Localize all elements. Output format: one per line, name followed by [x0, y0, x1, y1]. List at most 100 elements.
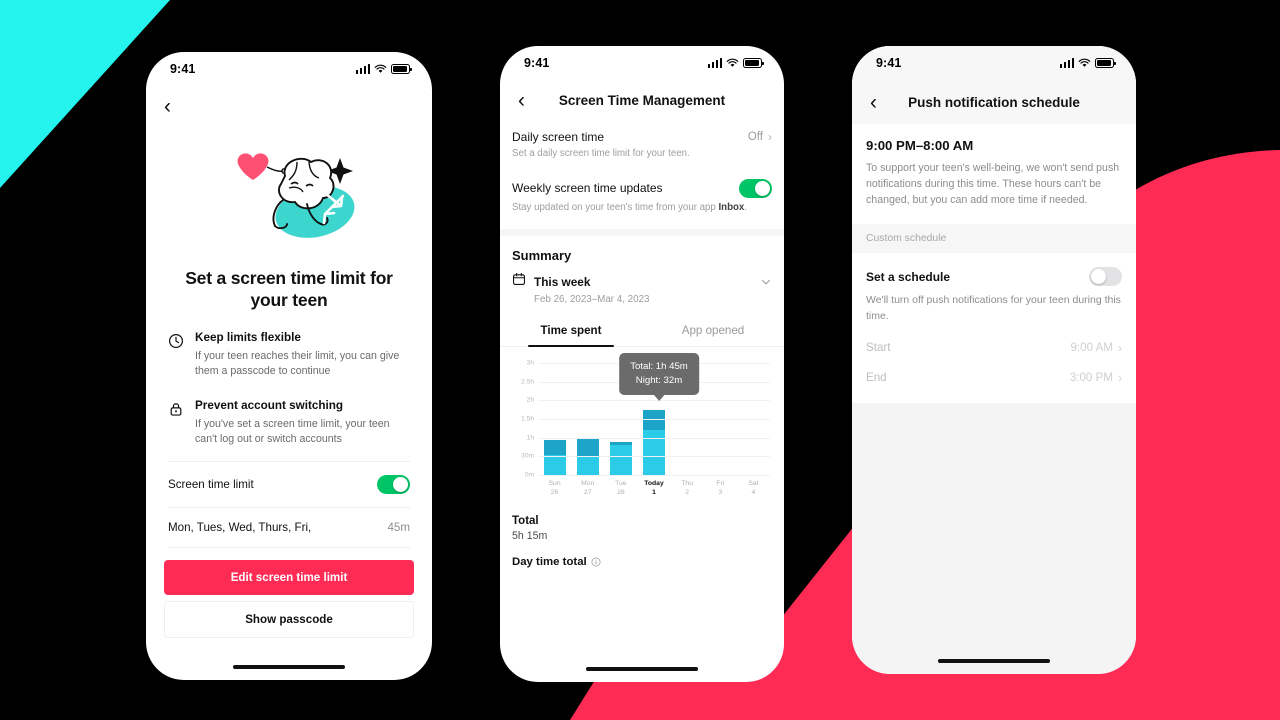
chart-bar-night-segment — [543, 439, 566, 455]
back-button[interactable]: ‹ — [164, 96, 171, 117]
wifi-icon — [726, 58, 739, 67]
inbox-link[interactable]: Inbox — [718, 202, 744, 213]
calendar-icon — [512, 272, 526, 291]
battery-icon — [391, 64, 412, 74]
show-passcode-button[interactable]: Show passcode — [164, 601, 414, 638]
page-title: Set a screen time limit for your teen — [185, 268, 393, 311]
nav-bar: ‹ Push notification schedule — [852, 80, 1136, 124]
weekly-updates-toggle[interactable] — [739, 178, 772, 198]
set-a-schedule-toggle[interactable] — [1089, 267, 1122, 287]
chart-x-label: Mon 27 — [581, 480, 595, 497]
back-button[interactable]: ‹ — [518, 90, 525, 111]
daily-screen-time-label: Daily screen time — [512, 130, 605, 144]
week-selector[interactable]: This week — [500, 263, 784, 291]
feature-title: Keep limits flexible — [195, 331, 301, 345]
day-time-total-label: Day time total — [512, 556, 587, 569]
chart-y-tick: 2h — [526, 396, 534, 404]
end-time-row[interactable]: End 3:00 PM › — [852, 355, 1136, 385]
total-label: Total — [512, 515, 539, 528]
chart-gridline — [538, 475, 770, 477]
chart-bar-day-segment — [576, 457, 599, 476]
home-indicator — [586, 667, 698, 671]
chart-y-tick: 3h — [526, 359, 534, 367]
status-time: 9:41 — [524, 56, 550, 70]
daily-screen-time-row[interactable]: Daily screen time Off › Set a daily scre… — [512, 120, 772, 165]
end-value: 3:00 PM — [1069, 371, 1113, 385]
feature-title: Prevent account switching — [195, 399, 344, 413]
running-brain-illustration — [168, 138, 410, 253]
chevron-down-icon[interactable] — [760, 276, 772, 288]
daily-screen-time-value: Off — [747, 131, 763, 143]
week-date-range: Feb 26, 2023–Mar 4, 2023 — [534, 294, 650, 306]
quiet-hours-card: 9:00 PM–8:00 AM To support your teen's w… — [852, 124, 1136, 225]
heart-icon — [237, 152, 269, 180]
screen-time-limit-row[interactable]: Screen time limit — [168, 460, 410, 507]
tooltip-night: Night: 32m — [635, 375, 683, 387]
quiet-hours-description: To support your teen's well-being, we wo… — [866, 162, 1120, 207]
day-time-total-row[interactable]: Day time total — [500, 542, 784, 568]
chart-y-tick: 1h — [526, 434, 534, 442]
weekly-updates-row[interactable]: Weekly screen time updates Stay updated … — [512, 165, 772, 219]
edit-screen-time-limit-button[interactable]: Edit screen time limit — [164, 560, 414, 595]
status-bar: 9:41 — [500, 46, 784, 80]
chart-y-tick: 0m — [524, 471, 534, 479]
status-bar: 9:41 — [146, 52, 432, 86]
summary-tabs: Time spent App opened — [500, 318, 784, 348]
chevron-right-icon: › — [768, 130, 772, 144]
nav-bar: ‹ — [146, 86, 432, 126]
weekday-value: 45m — [387, 520, 410, 534]
start-value: 9:00 AM — [1070, 341, 1113, 355]
back-button[interactable]: ‹ — [870, 92, 877, 113]
total-value: 5h 15m — [512, 530, 548, 543]
clock-icon — [168, 331, 185, 379]
phone-screen-time-management: 9:41 ‹ Screen Time Management Daily scre… — [500, 46, 784, 682]
chart-x-label: Thu 2 — [681, 480, 693, 497]
battery-icon — [743, 58, 764, 68]
tab-app-opened[interactable]: App opened — [642, 318, 784, 346]
start-time-row[interactable]: Start 9:00 AM › — [852, 325, 1136, 355]
status-time: 9:41 — [170, 62, 196, 76]
chart-x-label: Fri 3 — [716, 480, 725, 497]
chart-x-labels: Sun 26 Mon 27 Tue 28 Today 1 Thu 2 Fri 3 Sat 4 — [538, 475, 770, 497]
chart-y-tick: 1.5h — [521, 415, 534, 423]
chart-bar[interactable] — [609, 441, 632, 476]
chart-tooltip: Total: 1h 45m Night: 32m — [619, 353, 699, 401]
quiet-hours-range: 9:00 PM–8:00 AM — [866, 138, 974, 153]
weekly-updates-desc-prefix: Stay updated on your teen's time from yo… — [512, 201, 719, 213]
feature-keep-limits-flexible: Keep limits flexible If your teen reache… — [168, 331, 410, 379]
feature-desc: If your teen reaches their limit, you ca… — [195, 350, 400, 378]
weekly-updates-desc: Stay updated on your teen's time from yo… — [512, 201, 772, 215]
chart-bar-night-segment — [576, 438, 599, 458]
weekday-schedule-row[interactable]: Mon, Tues, Wed, Thurs, Fri, 45m — [168, 506, 410, 547]
chart-x-label: Tue 28 — [615, 480, 627, 497]
lock-icon — [168, 399, 185, 447]
weekly-updates-label: Weekly screen time updates — [512, 181, 663, 196]
nav-bar: ‹ Screen Time Management — [500, 80, 784, 120]
feature-desc: If you've set a screen time limit, your … — [195, 417, 390, 445]
set-a-schedule-row[interactable]: Set a schedule — [852, 253, 1136, 287]
signal-bars-icon — [1059, 58, 1074, 68]
home-indicator — [233, 665, 345, 669]
status-bar: 9:41 — [852, 46, 1136, 80]
phone-screen-set-limit: 9:41 ‹ Set a screen time limit for your … — [146, 52, 432, 680]
set-a-schedule-label: Set a schedule — [866, 269, 951, 284]
signal-bars-icon — [355, 64, 370, 74]
chart-gridline — [538, 419, 770, 421]
screen-time-limit-label: Screen time limit — [168, 477, 254, 491]
info-circle-icon[interactable] — [591, 557, 601, 567]
chart-y-tick: 2.5h — [521, 378, 534, 386]
chart-x-label: Today 1 — [644, 480, 664, 497]
tab-time-spent[interactable]: Time spent — [500, 318, 642, 348]
custom-schedule-section-header: Custom schedule — [852, 224, 1136, 254]
chart-bar-day-segment — [642, 429, 665, 476]
set-a-schedule-note: We'll turn off push notifications for yo… — [866, 294, 1121, 323]
chart-gridline — [538, 437, 770, 439]
daily-screen-time-desc: Set a daily screen time limit for your t… — [512, 148, 690, 159]
start-label: Start — [866, 341, 891, 355]
screen-time-limit-toggle[interactable] — [377, 474, 410, 494]
chart-bar-day-segment — [543, 454, 566, 476]
chart-x-label: Sun 26 — [548, 480, 561, 497]
chevron-right-icon: › — [1118, 340, 1122, 355]
signal-bars-icon — [707, 58, 722, 68]
chart-x-label: Sat 4 — [748, 480, 759, 497]
